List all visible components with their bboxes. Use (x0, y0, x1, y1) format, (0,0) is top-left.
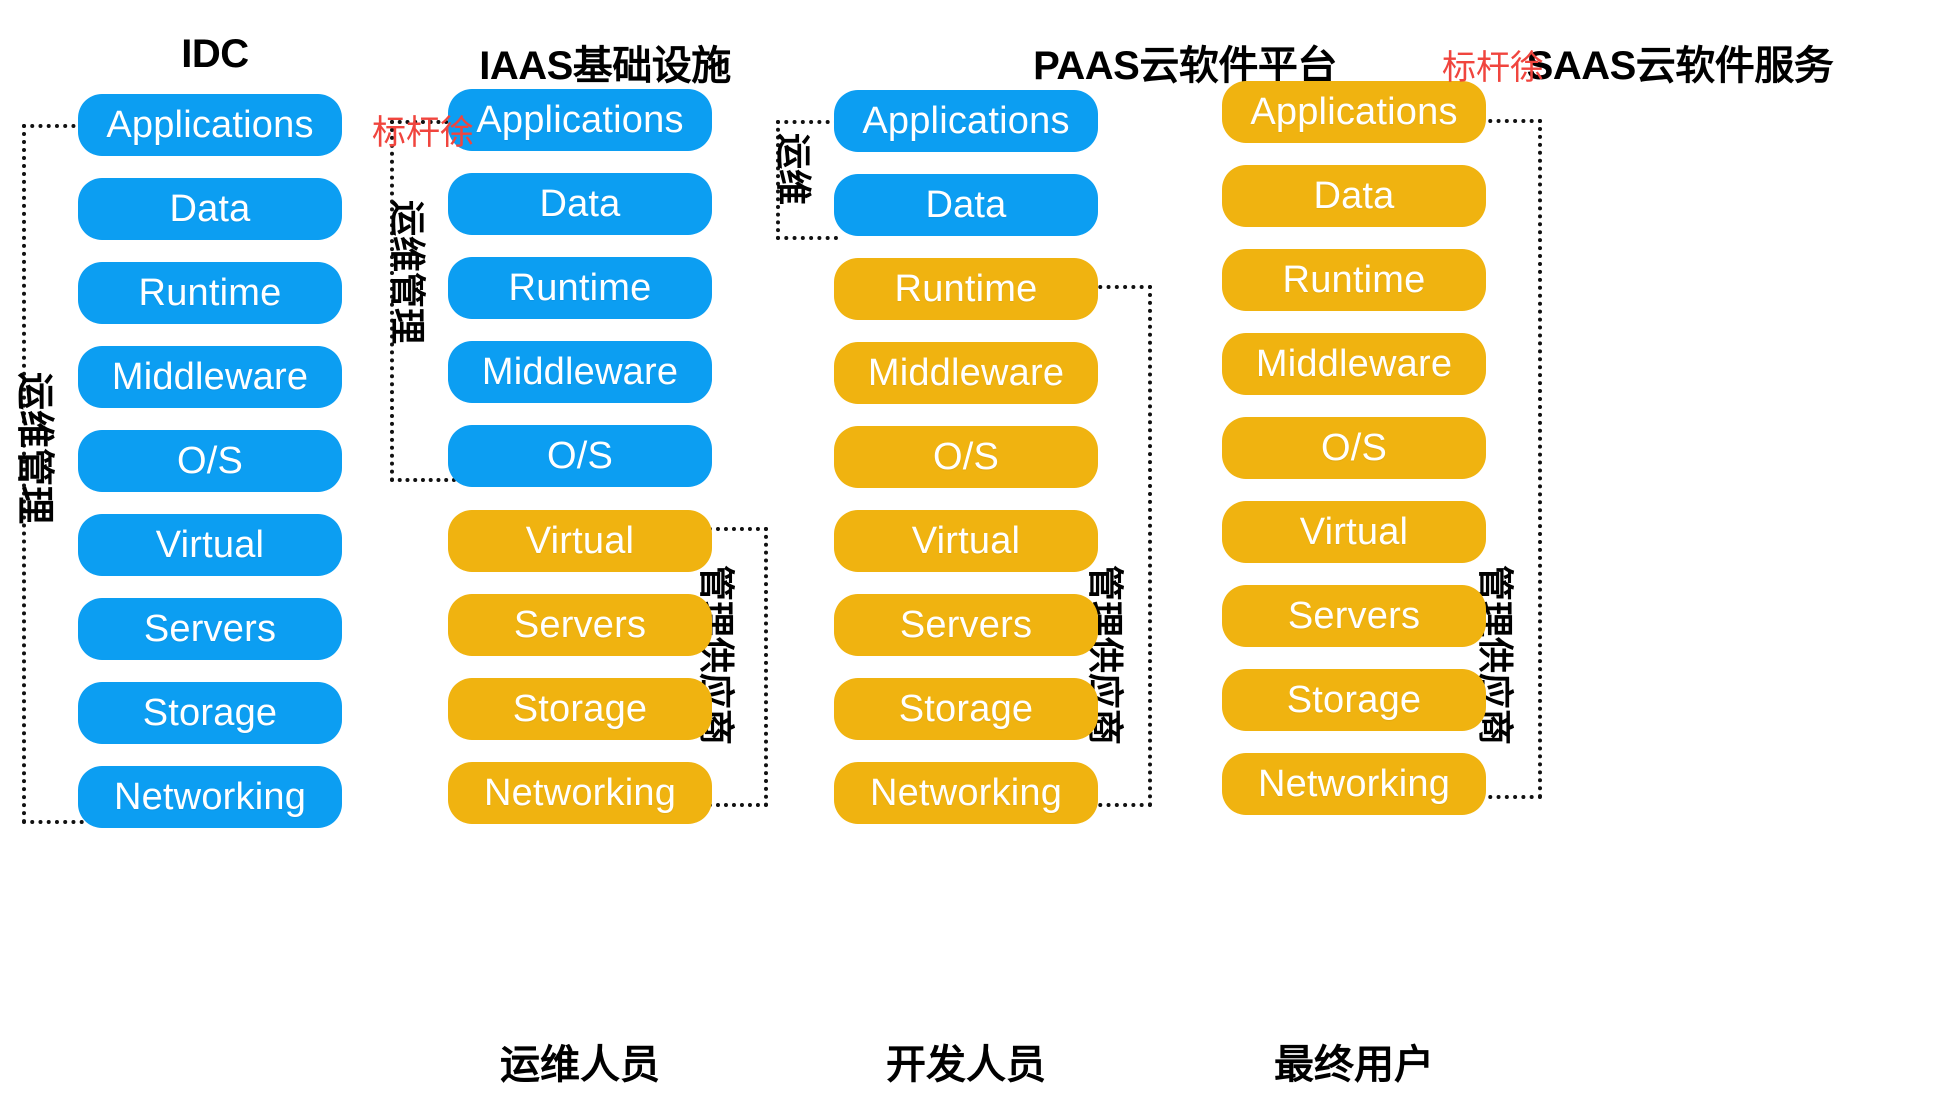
column-title-iaas: IAAS基础设施 (479, 44, 731, 88)
layer-saas-runtime[interactable]: Runtime (1222, 249, 1486, 311)
layer-idc-applications[interactable]: Applications (78, 94, 342, 156)
watermark-left: 标杆徐 (372, 114, 474, 152)
column-title-idc: IDC (181, 32, 249, 76)
layer-saas-networking[interactable]: Networking (1222, 753, 1486, 815)
layer-idc-networking[interactable]: Networking (78, 766, 342, 828)
role-label-saas: 最终用户 (1274, 1043, 1434, 1087)
layer-paas-runtime[interactable]: Runtime (834, 258, 1098, 320)
layer-saas-storage[interactable]: Storage (1222, 669, 1486, 731)
bracket-label-idc-ops-management: 运维管理 (13, 372, 55, 525)
layer-paas-middleware[interactable]: Middleware (834, 342, 1098, 404)
layer-idc-os[interactable]: O/S (78, 430, 342, 492)
layer-saas-applications[interactable]: Applications (1222, 81, 1486, 143)
layer-iaas-os[interactable]: O/S (448, 425, 712, 487)
layer-idc-virtual[interactable]: Virtual (78, 514, 342, 576)
layer-iaas-storage[interactable]: Storage (448, 678, 712, 740)
layer-paas-servers[interactable]: Servers (834, 594, 1098, 656)
layer-iaas-data[interactable]: Data (448, 173, 712, 235)
layer-iaas-networking[interactable]: Networking (448, 762, 712, 824)
role-label-paas: 开发人员 (886, 1043, 1046, 1087)
layer-iaas-virtual[interactable]: Virtual (448, 510, 712, 572)
layer-paas-storage[interactable]: Storage (834, 678, 1098, 740)
layer-idc-runtime[interactable]: Runtime (78, 262, 342, 324)
bracket-label-paas-ops: 运维 (773, 133, 814, 206)
layer-saas-data[interactable]: Data (1222, 165, 1486, 227)
layer-paas-virtual[interactable]: Virtual (834, 510, 1098, 572)
layer-saas-os[interactable]: O/S (1222, 417, 1486, 479)
layer-idc-data[interactable]: Data (78, 178, 342, 240)
layer-saas-middleware[interactable]: Middleware (1222, 333, 1486, 395)
diagram-canvas: IDC IAAS基础设施 PAAS云软件平台 SAAS云软件服务 运维管理 Ap… (0, 0, 1938, 1112)
layer-iaas-servers[interactable]: Servers (448, 594, 712, 656)
layer-saas-servers[interactable]: Servers (1222, 585, 1486, 647)
layer-paas-networking[interactable]: Networking (834, 762, 1098, 824)
role-label-iaas: 运维人员 (500, 1043, 660, 1087)
layer-saas-virtual[interactable]: Virtual (1222, 501, 1486, 563)
layer-iaas-runtime[interactable]: Runtime (448, 257, 712, 319)
watermark-right: 标杆徐 (1442, 49, 1544, 87)
layer-paas-applications[interactable]: Applications (834, 90, 1098, 152)
layer-idc-middleware[interactable]: Middleware (78, 346, 342, 408)
layer-iaas-applications[interactable]: Applications (448, 89, 712, 151)
layer-idc-servers[interactable]: Servers (78, 598, 342, 660)
layer-paas-data[interactable]: Data (834, 174, 1098, 236)
bracket-label-iaas-ops-management: 运维管理 (387, 200, 428, 345)
layer-idc-storage[interactable]: Storage (78, 682, 342, 744)
layer-iaas-middleware[interactable]: Middleware (448, 341, 712, 403)
layer-paas-os[interactable]: O/S (834, 426, 1098, 488)
